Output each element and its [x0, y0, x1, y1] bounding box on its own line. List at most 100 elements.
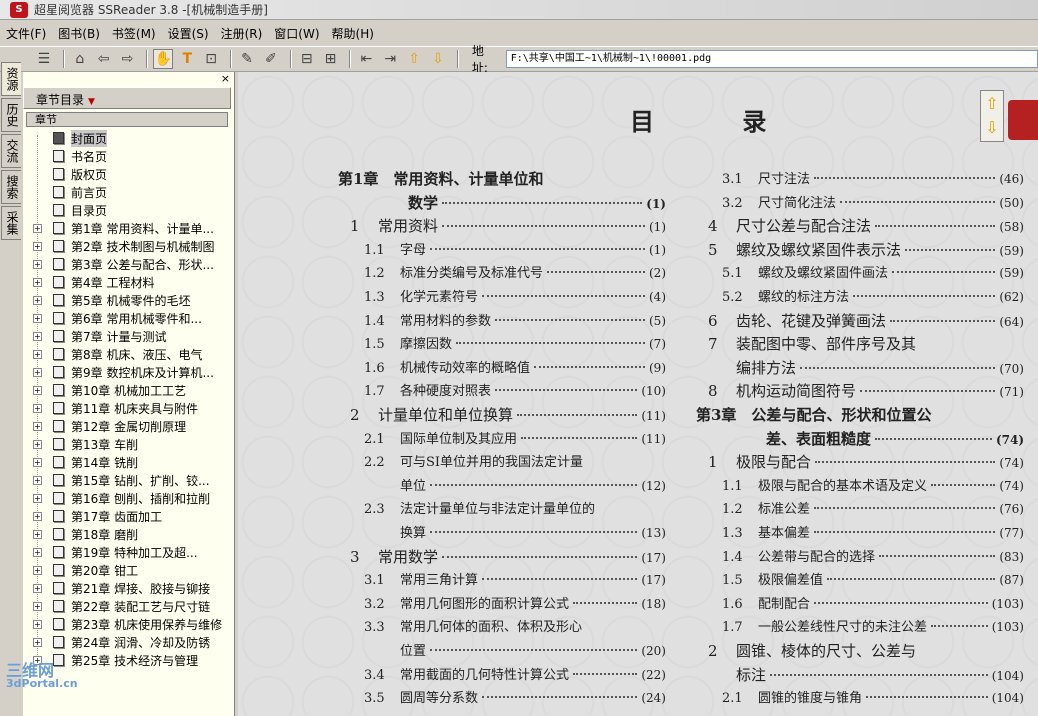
page-down-icon[interactable]: ⇩ [428, 49, 448, 69]
toc-entry[interactable]: 位置 (20) [400, 640, 666, 662]
expand-icon[interactable]: + [33, 457, 42, 467]
toc-entry[interactable]: 5.2 螺纹的标注方法 (62) [722, 286, 1024, 308]
tree-item[interactable]: 书名页 [23, 147, 235, 165]
expand-icon[interactable]: + [33, 601, 42, 611]
toc-entry[interactable]: 2.1 国际单位制及其应用 (11) [364, 428, 666, 450]
toc-entry[interactable]: 2 圆锥、棱体的尺寸、公差与 [708, 640, 1024, 662]
tree-item[interactable]: + 第8章 机床、液压、电气 [23, 345, 235, 363]
toc-entry[interactable]: 7 装配图中零、部件序号及其 [708, 333, 1024, 355]
tree-item[interactable]: 前言页 [23, 183, 235, 201]
toc-entry[interactable]: 2.3 法定计量单位与非法定计量单位的 [364, 498, 666, 520]
expand-icon[interactable]: + [33, 439, 42, 449]
expand-icon[interactable]: + [33, 295, 42, 305]
toc-entry[interactable]: 1.4 公差带与配合的选择 (83) [722, 546, 1024, 568]
expand-icon[interactable]: + [33, 565, 42, 575]
toc-entry[interactable]: 5.1 螺纹及螺纹紧固件画法 (59) [722, 262, 1024, 284]
menu-item[interactable]: 窗口(W) [274, 25, 319, 42]
toc-entry[interactable]: 1.2 标准公差 (76) [722, 498, 1024, 520]
expand-icon[interactable]: + [33, 367, 42, 377]
toc-entry[interactable]: 2.2 可与SI单位并用的我国法定计量 [364, 451, 666, 473]
toc-entry[interactable]: 1.3 化学元素符号 (4) [364, 286, 666, 308]
toc-entry[interactable]: 3.4 常用截面的几何特性计算公式 (22) [364, 664, 666, 686]
tree-item[interactable]: + 第7章 计量与测试 [23, 327, 235, 345]
tree-item[interactable]: 版权页 [23, 165, 235, 183]
toc-entry[interactable]: 3.3 常用几何体的面积、体积及形心 [364, 616, 666, 638]
tree-item[interactable]: + 第16章 刨削、插削和拉削 [23, 489, 235, 507]
expand-icon[interactable]: + [33, 313, 42, 323]
toc-entry[interactable]: 1.1 字母 (1) [364, 239, 666, 261]
expand-icon[interactable]: + [33, 619, 42, 629]
tree-item[interactable]: + 第20章 钳工 [23, 561, 235, 579]
toc-entry[interactable]: 第3章 公差与配合、形状和位置公 [696, 404, 1024, 426]
menu-item[interactable]: 图书(B) [58, 25, 100, 42]
first-page-icon[interactable]: ⇤ [356, 49, 376, 69]
tree-item[interactable]: + 第1章 常用资料、计量单... [23, 219, 235, 237]
expand-icon[interactable]: + [33, 583, 42, 593]
expand-icon[interactable]: + [33, 223, 42, 233]
tree-item[interactable]: + 第10章 机械加工工艺 [23, 381, 235, 399]
toc-entry[interactable]: 1 极限与配合 (74) [708, 451, 1024, 473]
panel-header[interactable]: 章节目录 ▼ [23, 87, 231, 109]
address-input[interactable]: F:\共享\中国工~1\机械制~1\!00001.pdg [505, 50, 1038, 68]
toc-entry[interactable]: 6 齿轮、花键及弹簧画法 (64) [708, 310, 1024, 332]
expand-icon[interactable]: + [33, 241, 42, 251]
hand-tool-icon[interactable]: ✋ [153, 49, 174, 69]
bookmark-icon[interactable]: ✐ [261, 49, 281, 69]
menu-item[interactable]: 帮助(H) [332, 25, 374, 42]
tree-item[interactable]: + 第21章 焊接、胶接与铆接 [23, 579, 235, 597]
tree-item[interactable]: + 第3章 公差与配合、形状... [23, 255, 235, 273]
side-tab[interactable]: 交流 [1, 134, 21, 168]
expand-icon[interactable]: + [33, 403, 42, 413]
close-icon[interactable]: × [221, 72, 230, 85]
tree-item[interactable]: + 第17章 齿面加工 [23, 507, 235, 525]
toc-entry[interactable]: 5 螺纹及螺纹紧固件表示法 (59) [708, 239, 1024, 261]
toc-entry[interactable]: 1.7 各种硬度对照表 (10) [364, 380, 666, 402]
toc-entry[interactable]: 数学 (1) [408, 192, 666, 214]
home-icon[interactable]: ⌂ [70, 49, 90, 69]
toc-entry[interactable]: 3 常用数学 (17) [350, 546, 666, 568]
toc-entry[interactable]: 换算 (13) [400, 522, 666, 544]
side-tab[interactable]: 资源 [1, 62, 21, 96]
toc-entry[interactable]: 差、表面粗糙度 (74) [766, 428, 1024, 450]
menu-item[interactable]: 书签(M) [112, 25, 156, 42]
tree-item[interactable]: + 第5章 机械零件的毛坯 [23, 291, 235, 309]
tree-item[interactable]: + 第14章 铣削 [23, 453, 235, 471]
side-tab[interactable]: 采集 [1, 206, 21, 240]
tree-item[interactable]: + 第9章 数控机床及计算机... [23, 363, 235, 381]
tree-item[interactable]: + 第6章 常用机械零件和... [23, 309, 235, 327]
toc-entry[interactable]: 编排方法 (70) [736, 357, 1024, 379]
list-icon[interactable]: ☰ [34, 49, 54, 69]
expand-icon[interactable]: + [33, 421, 42, 431]
expand-icon[interactable]: + [33, 331, 42, 341]
tree-item[interactable]: + 第24章 润滑、冷却及防锈 [23, 633, 235, 651]
side-tab[interactable]: 历史 [1, 98, 21, 132]
toc-entry[interactable]: 4 尺寸公差与配合注法 (58) [708, 215, 1024, 237]
toc-entry[interactable]: 3.5 圆周等分系数 (24) [364, 687, 666, 709]
side-tab[interactable]: 搜索 [1, 170, 21, 204]
toc-entry[interactable]: 3.1 常用三角计算 (17) [364, 569, 666, 591]
toc-entry[interactable]: 3.2 常用几何图形的面积计算公式 (18) [364, 593, 666, 615]
toc-entry[interactable]: 1.5 极限偏差值 (87) [722, 569, 1024, 591]
expand-icon[interactable]: + [33, 547, 42, 557]
dropdown-arrow-icon[interactable]: ▼ [88, 97, 95, 107]
toc-entry[interactable]: 1.1 极限与配合的基本术语及定义 (74) [722, 475, 1024, 497]
toc-entry[interactable]: 1.7 一般公差线性尺寸的未注公差 (103) [722, 616, 1024, 638]
tree-item[interactable]: + 第2章 技术制图与机械制图 [23, 237, 235, 255]
back-icon[interactable]: ⇦ [94, 49, 114, 69]
toc-entry[interactable]: 1.6 机械传动效率的概略值 (9) [364, 357, 666, 379]
toc-entry[interactable]: 2.1 圆锥的锥度与锥角 (104) [722, 687, 1024, 709]
forward-icon[interactable]: ⇨ [118, 49, 138, 69]
tree-item[interactable]: 目录页 [23, 201, 235, 219]
select-region-icon[interactable]: ⊡ [201, 49, 221, 69]
last-page-icon[interactable]: ⇥ [380, 49, 400, 69]
text-tool-icon[interactable]: T [177, 49, 197, 69]
tree-item[interactable]: + 第13章 车削 [23, 435, 235, 453]
toc-entry[interactable]: 3.2 尺寸简化注法 (50) [722, 192, 1024, 214]
page-up-icon[interactable]: ⇧ [404, 49, 424, 69]
side-badge-icon[interactable] [1008, 100, 1038, 140]
toc-entry[interactable]: 1.3 基本偏差 (77) [722, 522, 1024, 544]
expand-icon[interactable]: + [33, 385, 42, 395]
fit-page-icon[interactable]: ⊞ [321, 49, 341, 69]
expand-icon[interactable]: + [33, 349, 42, 359]
expand-icon[interactable]: + [33, 277, 42, 287]
